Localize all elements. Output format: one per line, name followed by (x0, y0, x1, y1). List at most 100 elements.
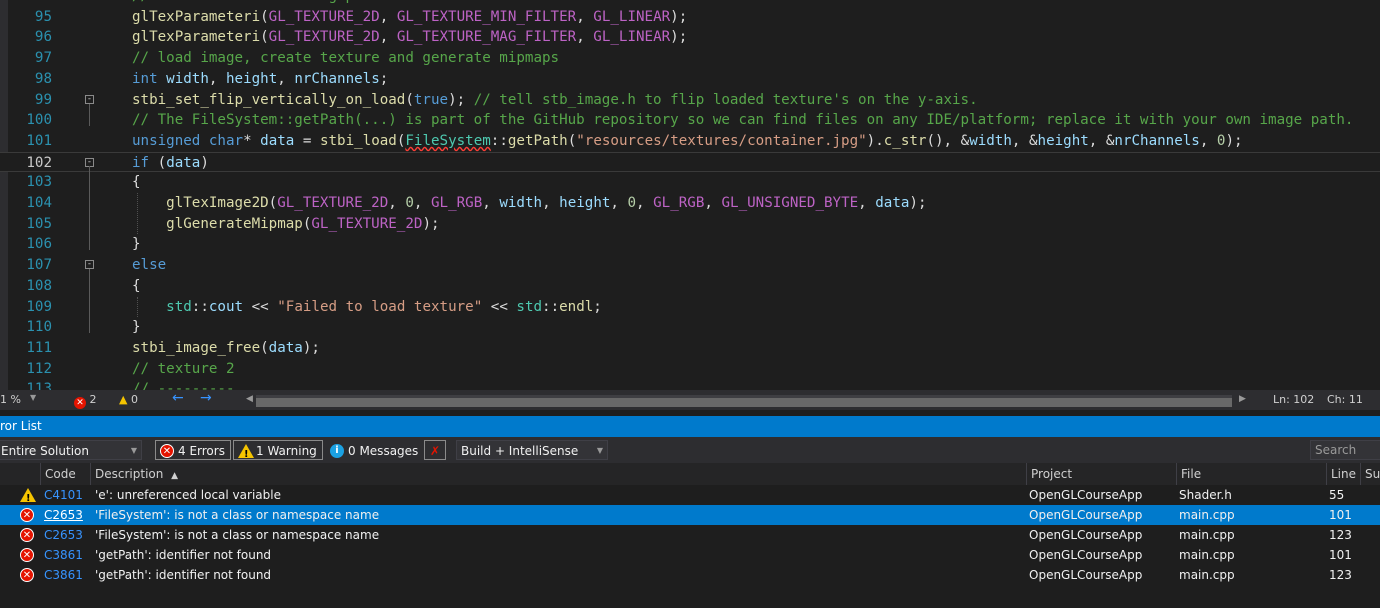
warnings-filter-toggle[interactable]: 1 Warning (233, 440, 323, 465)
code-line[interactable]: 101 unsigned char* data = stbi_load (FileS… (0, 131, 1380, 152)
code-line[interactable]: 111 stbi_image_free(data); (0, 338, 1380, 359)
messages-filter-label: 0 Messages (348, 444, 419, 458)
scroll-left-icon[interactable]: ◀ (246, 394, 253, 404)
column-code[interactable]: Code (40, 463, 90, 485)
code-token: data (875, 195, 910, 211)
code-line[interactable]: 96 glTexParameteri(GL_TEXTURE_2D, GL_TEXT… (0, 27, 1380, 48)
code-token: ( (268, 195, 278, 211)
code-line[interactable]: 102- if (data) (0, 151, 1380, 173)
code-token: ); (448, 91, 474, 108)
code-line[interactable]: 97 // load image, create texture and gene… (0, 48, 1380, 69)
code-text: // texture 2 (132, 359, 235, 380)
code-token: { (132, 174, 141, 191)
code-token: stbi_image_free (132, 339, 261, 356)
error-code-link[interactable]: C3861 (44, 545, 83, 565)
error-row[interactable]: ✕ C2653 'FileSystem': is not a class or na… (0, 525, 1380, 545)
filter-current-document-icon[interactable]: ✗ (424, 440, 446, 460)
error-list-title-bar[interactable]: ror List (0, 416, 1380, 437)
code-line[interactable]: 99 - stbi_set_flip_vertically_on_load(true… (0, 90, 1380, 111)
error-code-link[interactable]: C4101 (44, 485, 83, 505)
column-project[interactable]: Project (1026, 463, 1176, 485)
code-token: height (1037, 132, 1089, 149)
code-token: glGenerateMipmap (166, 215, 303, 232)
error-file: main.cpp (1179, 508, 1235, 522)
column-suppression[interactable]: Sup (1360, 463, 1380, 485)
indent-guide (137, 193, 138, 235)
horizontal-scrollbar[interactable] (256, 395, 1232, 407)
scrollbar-thumb[interactable] (256, 398, 1232, 407)
code-token: ); (670, 29, 688, 46)
scope-dropdown[interactable]: Entire Solution ▼ (0, 440, 142, 460)
error-row[interactable]: ✕ C3861 'getPath': identifier not found Ope… (0, 545, 1380, 565)
collapse-region-icon[interactable]: - (85, 94, 94, 104)
code-token: , (1199, 132, 1217, 149)
error-row[interactable]: ✕ C2653 'FileSystem': is not a class or na… (0, 505, 1380, 525)
error-code-link[interactable]: C2653 (44, 505, 83, 525)
code-editor[interactable]: 94 // set texture filtering parameters 95 g… (0, 0, 1380, 390)
zoom-dropdown-icon[interactable]: ▼ (30, 393, 36, 402)
code-token: cout (208, 298, 244, 315)
error-row[interactable]: ✕ C3861 'getPath': identifier not found Ope… (0, 565, 1380, 585)
code-token: , (704, 195, 722, 211)
code-token: glTexParameteri (132, 8, 261, 25)
code-token: ). (866, 132, 884, 149)
code-token: stbi_set_flip_vertically_on_load (132, 91, 406, 108)
scroll-right-icon[interactable]: ▶ (1239, 394, 1246, 404)
code-token: "Failed to load texture" (277, 298, 483, 315)
code-text: else (132, 255, 166, 276)
code-line[interactable]: 108 { (0, 276, 1380, 297)
search-error-input[interactable]: Search Error (1310, 440, 1380, 475)
code-line[interactable]: 105 glGenerateMipmap(GL_TEXTURE_2D); (0, 214, 1380, 235)
code-token: :: (191, 298, 209, 315)
code-line[interactable]: 95 glTexParameteri(GL_TEXTURE_2D, GL_TEXT… (0, 7, 1380, 28)
error-icon: ✕ (20, 508, 34, 522)
code-token: , (636, 195, 654, 211)
navigate-back-icon[interactable]: ← (172, 390, 184, 406)
code-line[interactable]: 100 // The FileSystem::getPath(...) is pa… (0, 110, 1380, 131)
code-text: glTexParameteri(GL_TEXTURE_2D, GL_TEXTUR… (132, 27, 687, 48)
code-line[interactable]: 94 // set texture filtering parameters (0, 0, 1380, 7)
error-line: 101 (1329, 508, 1352, 522)
error-code-link[interactable]: C2653 (44, 525, 83, 545)
code-token: ( (260, 339, 269, 356)
error-row[interactable]: C4101 'e': unreferenced local variable Ope… (0, 485, 1380, 509)
code-token: , (379, 29, 397, 46)
warning-indicator[interactable]: ▲ 0 (119, 393, 138, 406)
code-token: c_str (883, 132, 927, 149)
code-token: std (166, 298, 192, 315)
code-line[interactable]: 103 { (0, 172, 1380, 193)
code-token: GL_RGB (431, 195, 483, 211)
error-indicator[interactable]: ✕ 2 (74, 393, 97, 409)
code-line[interactable]: 110} (0, 317, 1380, 338)
code-line[interactable]: 113 // --------- (0, 379, 1380, 390)
build-filter-dropdown[interactable]: Build + IntelliSense ▼ (456, 440, 608, 460)
column-description[interactable]: Description ▲ (90, 463, 1026, 485)
column-file[interactable]: File (1176, 463, 1326, 485)
error-code-link[interactable]: C3861 (44, 565, 83, 585)
code-line[interactable]: 104 glTexImage2D(GL_TEXTURE_2D, 0, GL_RG… (0, 193, 1380, 214)
line-number: 105 (26, 215, 52, 232)
column-line[interactable]: Line (1326, 463, 1360, 485)
warning-icon (20, 488, 36, 509)
code-token: "resources/textures/container.jpg" (576, 132, 867, 149)
collapse-region-icon[interactable]: - (85, 260, 94, 270)
column-indicator: Ch: 11 (1327, 393, 1363, 406)
scope-value: Entire Solution (1, 444, 89, 458)
code-line[interactable]: 106} (0, 234, 1380, 255)
line-number: 104 (26, 195, 52, 211)
column-severity[interactable] (0, 463, 40, 485)
code-line[interactable]: 98 int width, height, nrChannels; (0, 69, 1380, 90)
code-token: GL_TEXTURE_2D (268, 8, 380, 25)
code-line[interactable]: 109 std::cout << "Failed to load texture… (0, 297, 1380, 318)
error-line: 55 (1329, 488, 1345, 502)
errors-filter-toggle[interactable]: ✕ 4 Errors (155, 440, 231, 460)
messages-filter-toggle[interactable]: i 0 Messages (325, 440, 424, 460)
code-text: } (132, 317, 141, 338)
code-line[interactable]: 112 // texture 2 (0, 359, 1380, 380)
code-token: // set texture filtering parameters (132, 0, 431, 4)
navigate-forward-icon[interactable]: → (200, 390, 212, 406)
code-line[interactable]: 107 - else (0, 255, 1380, 276)
code-text: std::cout << "Failed to load texture" <<… (132, 297, 602, 318)
zoom-level[interactable]: 1 % (0, 393, 21, 406)
